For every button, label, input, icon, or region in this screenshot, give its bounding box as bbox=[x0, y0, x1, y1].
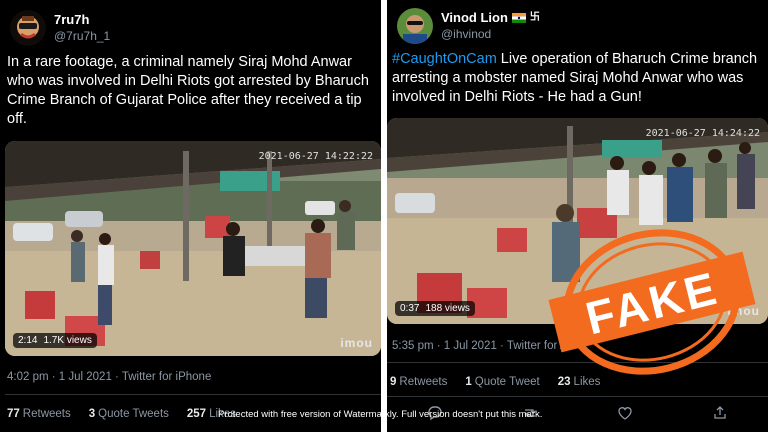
watermarkly-notice: Protected with free version of Watermark… bbox=[218, 409, 543, 420]
om-symbol-icon: 卐 bbox=[529, 12, 540, 23]
video-duration: 0:37 bbox=[400, 303, 420, 314]
display-name[interactable]: Vinod Lion 卐 bbox=[441, 10, 540, 26]
video-views: 188 views bbox=[425, 303, 470, 314]
avatar[interactable] bbox=[10, 10, 46, 46]
video-info-badge: 0:37 188 views bbox=[395, 301, 475, 316]
avatar[interactable] bbox=[397, 8, 433, 44]
video-duration: 2:14 bbox=[18, 335, 38, 346]
divider bbox=[387, 396, 768, 397]
video-timestamp: 2021-06-27 14:22:22 bbox=[258, 151, 373, 162]
tweet-header: 7ru7h @7ru7h_1 bbox=[10, 8, 110, 48]
india-flag-icon bbox=[511, 13, 526, 23]
video-timestamp: 2021-06-27 14:24:22 bbox=[645, 128, 760, 139]
video-views: 1.7K views bbox=[43, 335, 92, 346]
stamp-text: FAKE bbox=[581, 261, 724, 344]
display-name[interactable]: 7ru7h bbox=[54, 12, 110, 28]
retweet-count[interactable]: 9 Retweets bbox=[390, 376, 447, 388]
tweet-left: 7ru7h @7ru7h_1 In a rare footage, a crim… bbox=[0, 0, 381, 432]
hashtag-link[interactable]: #CaughtOnCam bbox=[392, 51, 497, 67]
retweet-count[interactable]: 77 Retweets bbox=[7, 408, 71, 420]
tweet-meta[interactable]: 4:02 pm · 1 Jul 2021 · Twitter for iPhon… bbox=[7, 371, 211, 383]
divider bbox=[5, 394, 381, 395]
fake-stamp: FAKE bbox=[548, 227, 756, 377]
video-info-badge: 2:14 1.7K views bbox=[13, 333, 97, 348]
tweet-meta[interactable]: 5:35 pm · 1 Jul 2021 · Twitter for Ar bbox=[392, 340, 571, 352]
share-icon[interactable] bbox=[711, 404, 729, 422]
tweet-text: In a rare footage, a criminal namely Sir… bbox=[7, 54, 369, 127]
tweet-text: #CaughtOnCam Live operation of Bharuch C… bbox=[392, 51, 758, 105]
quote-count[interactable]: 1 Quote Tweet bbox=[465, 376, 539, 388]
tweet-stats: 9 Retweets 1 Quote Tweet 23 Likes bbox=[390, 376, 600, 388]
tweet-header: Vinod Lion 卐 @ihvinod bbox=[397, 6, 540, 46]
tweet-video[interactable]: 2021-06-27 14:22:22 2:14 1.7K views imou bbox=[5, 141, 381, 356]
like-count[interactable]: 23 Likes bbox=[558, 376, 601, 388]
user-handle[interactable]: @ihvinod bbox=[441, 26, 540, 42]
user-handle[interactable]: @7ru7h_1 bbox=[54, 28, 110, 44]
quote-count[interactable]: 3 Quote Tweets bbox=[89, 408, 169, 420]
tweet-stats: 77 Retweets 3 Quote Tweets 257 Likes bbox=[7, 408, 236, 420]
like-icon[interactable] bbox=[616, 404, 634, 422]
camera-watermark: imou bbox=[340, 336, 373, 350]
